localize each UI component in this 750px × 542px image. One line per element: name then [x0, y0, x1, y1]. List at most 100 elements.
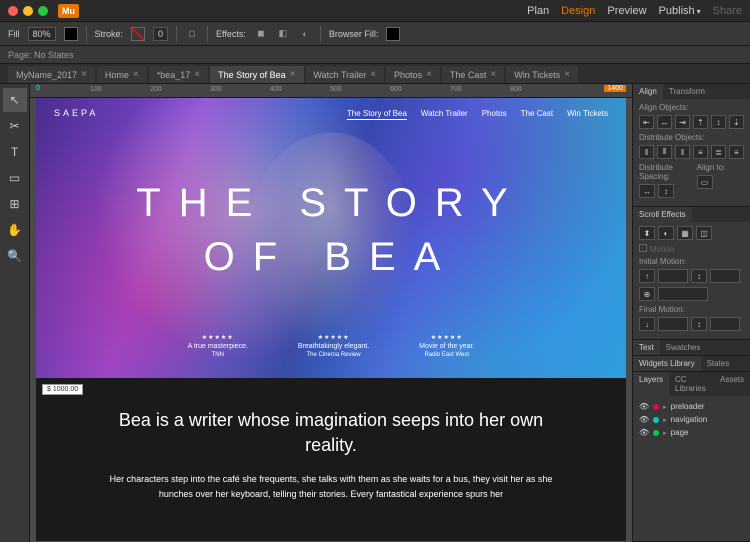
doc-tab[interactable]: Win Tickets× [506, 66, 578, 83]
doc-tab[interactable]: The Cast× [442, 66, 504, 83]
scroll-opacity-icon[interactable]: ◐ [658, 226, 674, 240]
hero-section[interactable]: SAEPA The Story of Bea Watch Trailer Pho… [36, 98, 626, 378]
fill-swatch[interactable] [64, 27, 78, 41]
site-logo[interactable]: SAEPA [54, 108, 98, 118]
chevron-right-icon[interactable]: ▸ [663, 416, 667, 424]
panel-tab-align[interactable]: Align [633, 84, 663, 99]
doc-tab[interactable]: *bea_17× [149, 66, 208, 83]
mode-publish[interactable]: Publish▾ [659, 5, 701, 17]
layer-row[interactable]: 👁 ▸ navigation [639, 413, 744, 426]
selection-tool[interactable]: ↖ [3, 88, 27, 112]
mode-preview[interactable]: Preview [607, 5, 646, 17]
mode-plan[interactable]: Plan [527, 5, 549, 17]
spacing-h-icon[interactable]: ↔ [639, 184, 655, 198]
dir-icon[interactable]: ↓ [639, 317, 655, 331]
close-icon[interactable]: × [194, 69, 200, 80]
chevron-right-icon[interactable]: ▸ [663, 429, 667, 437]
align-hcenter-icon[interactable]: ↔ [657, 115, 672, 129]
panel-tab-text[interactable]: Text [633, 340, 660, 355]
dist-vcenter-icon[interactable]: ≣ [711, 145, 726, 159]
keypos-input[interactable] [658, 287, 708, 301]
dir-icon[interactable]: ↕ [691, 269, 707, 283]
layer-name[interactable]: navigation [671, 415, 707, 424]
close-window-button[interactable] [8, 6, 18, 16]
doc-tab-active[interactable]: The Story of Bea× [210, 66, 303, 83]
nav-link[interactable]: Photos [482, 109, 507, 118]
eye-icon[interactable]: 👁 [639, 415, 649, 424]
close-icon[interactable]: × [370, 69, 376, 80]
zoom-field[interactable]: 80% [28, 27, 56, 41]
scroll-pin-badge[interactable]: $ 1000.00 [42, 384, 83, 395]
close-icon[interactable]: × [290, 69, 296, 80]
align-bottom-icon[interactable]: ⇣ [729, 115, 744, 129]
doc-tab[interactable]: Home× [97, 66, 147, 83]
review-item[interactable]: ★★★★★ Breathtakingly elegant. The Cinema… [298, 334, 369, 358]
align-vcenter-icon[interactable]: ↕ [711, 115, 726, 129]
close-icon[interactable]: × [426, 69, 432, 80]
dist-left-icon[interactable]: ‖ [639, 145, 654, 159]
minimize-window-button[interactable] [23, 6, 33, 16]
nav-link[interactable]: The Cast [521, 109, 553, 118]
stroke-swatch[interactable] [131, 27, 145, 41]
ruler-guide-right[interactable]: 1400 [604, 85, 626, 92]
stroke-width-field[interactable]: 0 [153, 27, 168, 41]
horizontal-ruler[interactable]: 0 100 200 300 400 500 600 700 800 1400 [30, 84, 632, 98]
frame-tool[interactable]: ⊞ [3, 192, 27, 216]
doc-tab[interactable]: Watch Trailer× [306, 66, 385, 83]
section-headline[interactable]: Bea is a writer whose imagination seeps … [96, 408, 566, 458]
dist-top-icon[interactable]: ≡ [693, 145, 708, 159]
browser-fill-swatch[interactable] [386, 27, 400, 41]
mode-design[interactable]: Design [561, 5, 595, 17]
scroll-edge-icon[interactable]: ◫ [696, 226, 712, 240]
shadow-icon[interactable]: ◼ [254, 27, 268, 41]
zoom-tool[interactable]: 🔍 [3, 244, 27, 268]
close-icon[interactable]: × [564, 69, 570, 80]
doc-tab[interactable]: Photos× [386, 66, 440, 83]
align-right-icon[interactable]: ⇥ [675, 115, 690, 129]
text-tool[interactable]: T [3, 140, 27, 164]
dir-icon[interactable]: ↑ [639, 269, 655, 283]
close-icon[interactable]: × [81, 69, 87, 80]
panel-tab-scroll[interactable]: Scroll Effects [633, 207, 692, 222]
panel-tab-swatches[interactable]: Swatches [660, 340, 707, 355]
nav-link[interactable]: Win Tickets [567, 109, 608, 118]
layer-name[interactable]: page [671, 428, 689, 437]
panel-tab-assets[interactable]: Assets [714, 372, 750, 396]
doc-tab[interactable]: MyName_2017× [8, 66, 95, 83]
dist-right-icon[interactable]: ‖ [675, 145, 690, 159]
rectangle-tool[interactable]: ▭ [3, 166, 27, 190]
keypos-icon[interactable]: ⊕ [639, 287, 655, 301]
layer-row[interactable]: 👁 ▸ preloader [639, 400, 744, 413]
motion-x2-input[interactable] [658, 317, 688, 331]
page-state-dropdown[interactable]: No States [34, 50, 74, 60]
chevron-right-icon[interactable]: ▸ [663, 403, 667, 411]
align-left-icon[interactable]: ⇤ [639, 115, 654, 129]
panel-tab-widgets[interactable]: Widgets Library [633, 356, 701, 371]
motion-y2-input[interactable] [710, 317, 740, 331]
crop-tool[interactable]: ✂ [3, 114, 27, 138]
below-hero-section[interactable]: $ 1000.00 Bea is a writer whose imaginat… [36, 378, 626, 541]
corners-icon[interactable]: ◻ [185, 27, 199, 41]
bevel-icon[interactable]: ◧ [276, 27, 290, 41]
eye-icon[interactable]: 👁 [639, 428, 649, 437]
section-body[interactable]: Her characters step into the café she fr… [96, 472, 566, 501]
ruler-guide-left[interactable]: 0 [36, 85, 40, 92]
design-canvas[interactable]: SAEPA The Story of Bea Watch Trailer Pho… [30, 98, 632, 542]
maximize-window-button[interactable] [38, 6, 48, 16]
panel-tab-cclibraries[interactable]: CC Libraries [669, 372, 714, 396]
scroll-motion-icon[interactable]: ⬍ [639, 226, 655, 240]
review-item[interactable]: ★★★★★ A true masterpiece. TNN [188, 334, 248, 358]
review-item[interactable]: ★★★★★ Movie of the year. Radio East West [419, 334, 474, 358]
align-to-icon[interactable]: ▭ [697, 175, 713, 189]
nav-link[interactable]: The Story of Bea [347, 109, 407, 118]
layer-row[interactable]: 👁 ▸ page [639, 426, 744, 439]
eye-icon[interactable]: 👁 [639, 402, 649, 411]
scroll-slideshow-icon[interactable]: ▦ [677, 226, 693, 240]
motion-x-input[interactable] [658, 269, 688, 283]
motion-checkbox-label[interactable]: Motion [650, 245, 674, 254]
motion-y-input[interactable] [710, 269, 740, 283]
hero-title[interactable]: THE STORY OF BEA [36, 176, 626, 284]
nav-link[interactable]: Watch Trailer [421, 109, 468, 118]
panel-tab-states[interactable]: States [701, 356, 736, 371]
glow-icon[interactable]: ◐ [298, 27, 312, 41]
